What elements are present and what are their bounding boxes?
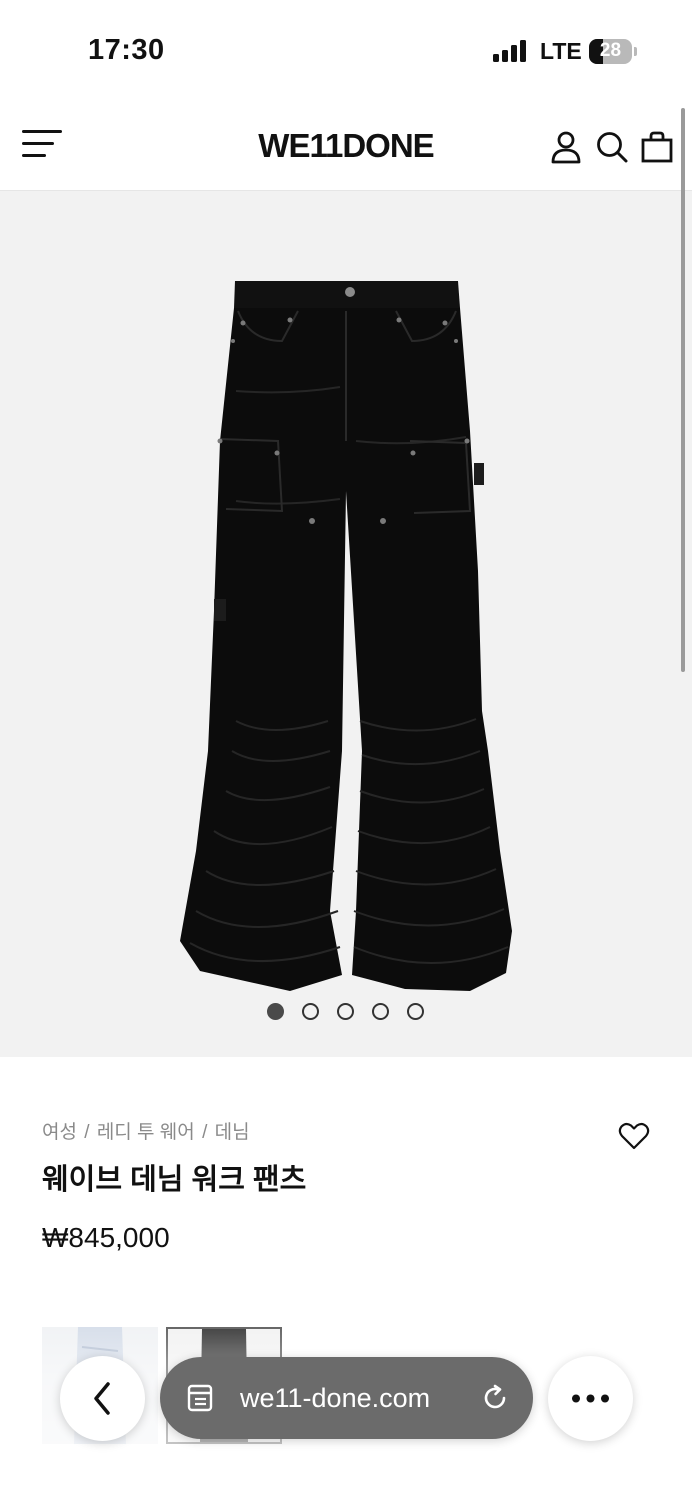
battery-icon: 28: [589, 39, 632, 64]
browser-more-button[interactable]: [548, 1356, 633, 1441]
back-icon: [94, 1382, 110, 1415]
breadcrumb-item[interactable]: 여성: [42, 1122, 77, 1143]
tabs-icon[interactable]: [186, 1383, 216, 1413]
product-gallery[interactable]: [0, 191, 692, 1057]
gallery-pagination: [0, 1003, 692, 1021]
search-icon[interactable]: [595, 130, 629, 164]
breadcrumb-item[interactable]: 데님: [215, 1122, 250, 1143]
status-bar: 17:30 LTE 28: [0, 0, 692, 100]
product-title: 웨이브 데님 워크 팬츠: [42, 1164, 307, 1196]
gallery-dot-2[interactable]: [302, 1003, 319, 1020]
site-logo[interactable]: WE11DONE: [0, 127, 692, 165]
breadcrumb-separator: /: [202, 1122, 208, 1143]
battery-tip: [634, 47, 637, 56]
product-price: ₩845,000: [42, 1222, 170, 1253]
gallery-dot-5[interactable]: [407, 1003, 424, 1020]
breadcrumb-item[interactable]: 레디 투 웨어: [97, 1122, 195, 1143]
reload-icon[interactable]: [480, 1383, 510, 1413]
product-image: [180, 281, 512, 991]
wishlist-heart-icon[interactable]: [618, 1121, 650, 1151]
status-time: 17:30: [88, 34, 165, 66]
gallery-dot-3[interactable]: [337, 1003, 354, 1020]
breadcrumb-separator: /: [84, 1122, 90, 1143]
page-scrollbar[interactable]: [681, 108, 685, 672]
network-label: LTE: [540, 38, 582, 64]
url-text[interactable]: we11-done.com: [240, 1383, 430, 1414]
user-icon[interactable]: [549, 130, 583, 164]
gallery-dot-1[interactable]: [267, 1003, 284, 1020]
browser-back-button[interactable]: [60, 1356, 145, 1441]
more-icon: [572, 1394, 609, 1403]
signal-icon: [493, 40, 529, 62]
gallery-dot-4[interactable]: [372, 1003, 389, 1020]
breadcrumb: 여성 / 레디 투 웨어 / 데님: [42, 1117, 252, 1144]
battery-level: 28: [599, 40, 622, 61]
site-header: WE11DONE: [0, 100, 692, 191]
address-bar[interactable]: we11-done.com: [160, 1357, 533, 1439]
bag-icon[interactable]: [640, 130, 674, 164]
